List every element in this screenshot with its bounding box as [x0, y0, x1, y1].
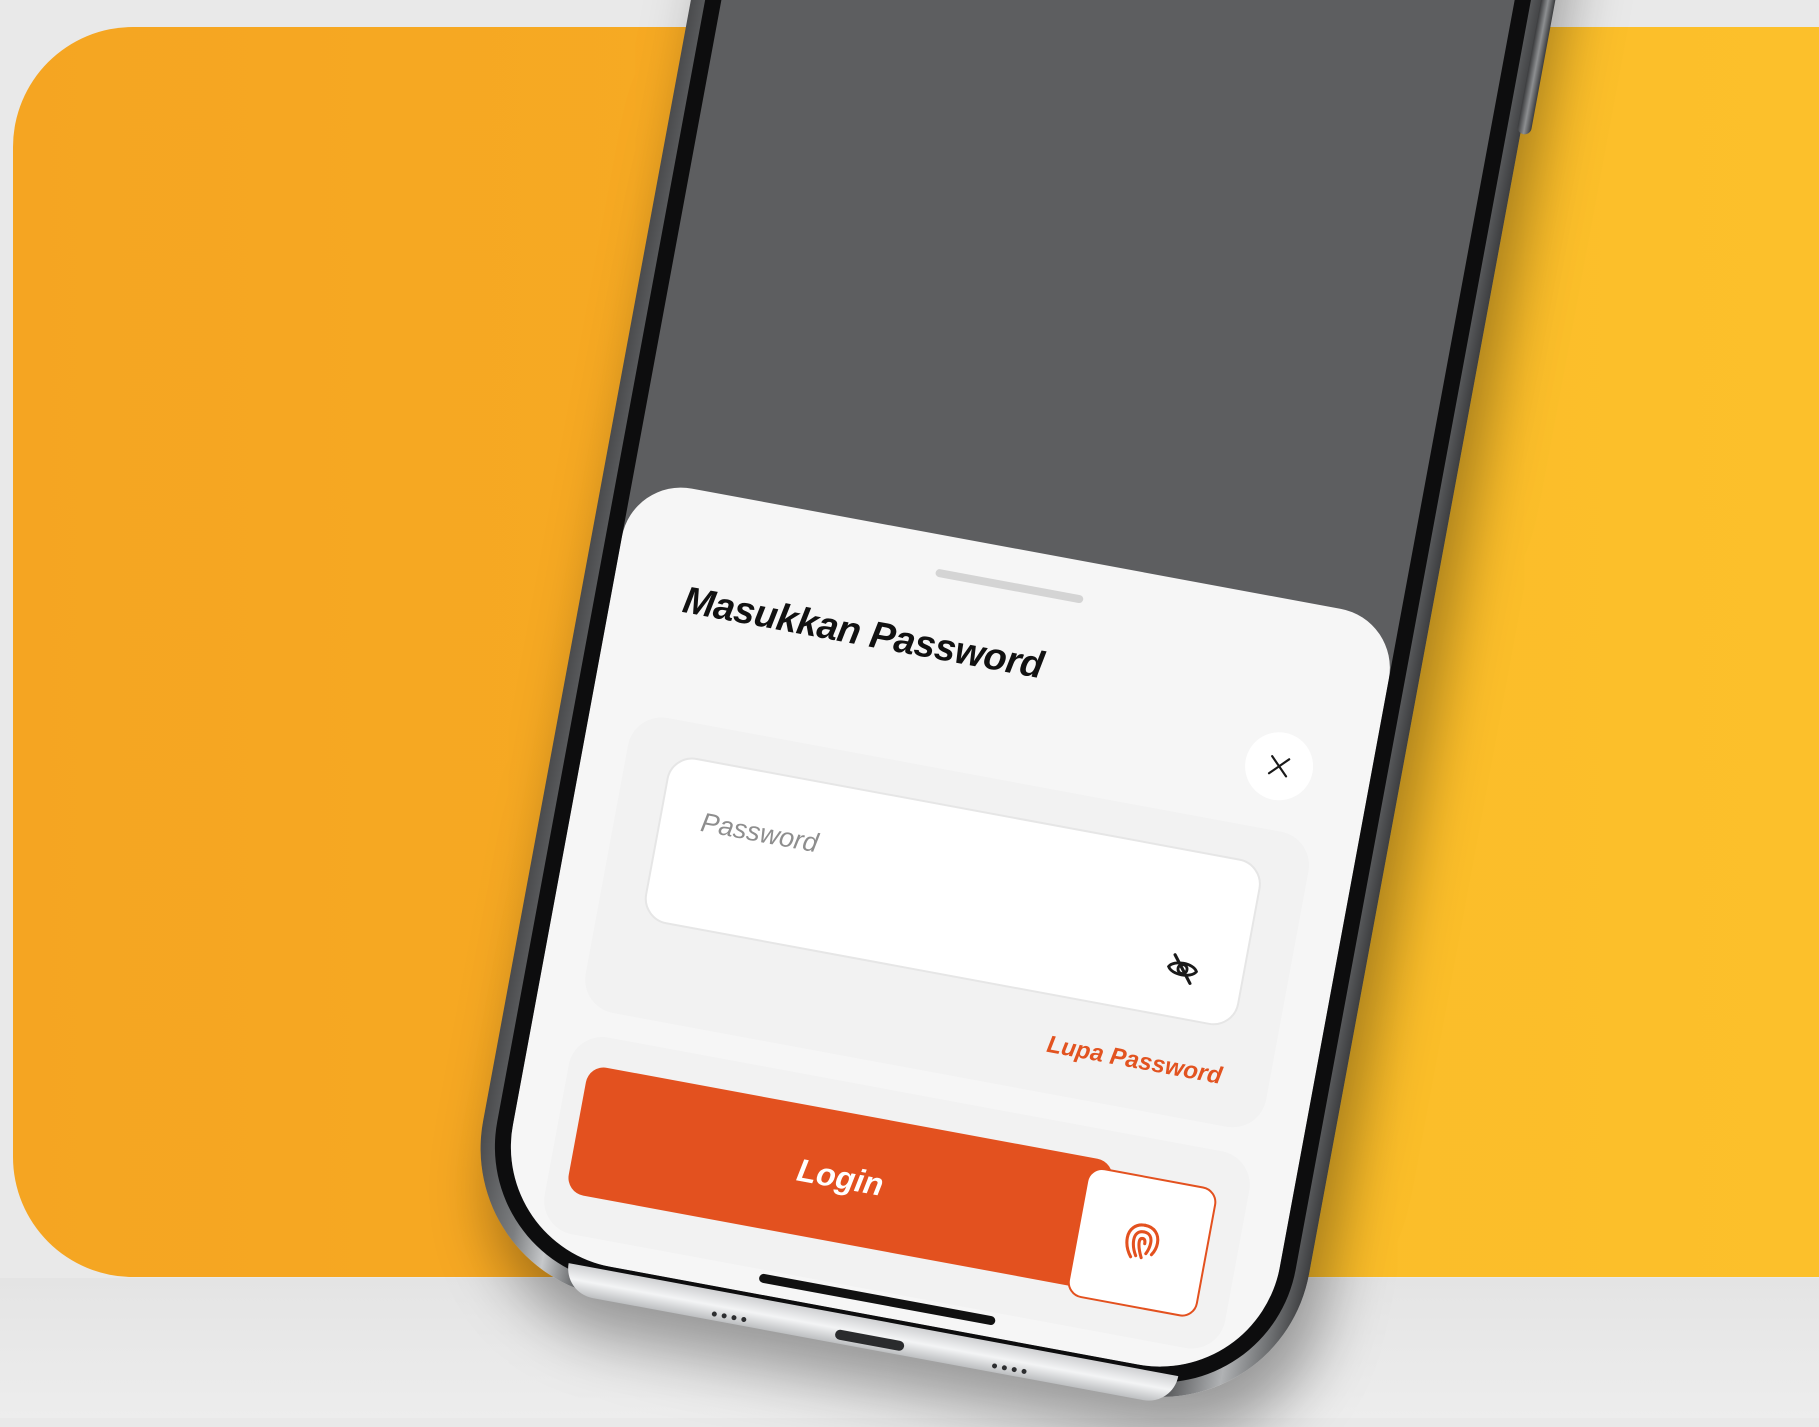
- biometric-login-button[interactable]: [1065, 1165, 1219, 1320]
- login-button[interactable]: Login: [565, 1064, 1116, 1290]
- password-field[interactable]: [640, 753, 1266, 1030]
- fingerprint-icon: [1125, 1223, 1160, 1260]
- eye-off-icon: [1166, 953, 1199, 985]
- toggle-password-visibility-button[interactable]: [1159, 946, 1206, 993]
- password-bottom-sheet: Masukkan Password Lupa Password Login: [490, 477, 1400, 1387]
- close-icon: [1267, 755, 1291, 778]
- password-input[interactable]: [696, 805, 1120, 916]
- sheet-title: Masukkan Password: [679, 579, 1047, 688]
- speaker-grille-right: [991, 1363, 1027, 1375]
- speaker-grille-left: [711, 1311, 747, 1323]
- close-button[interactable]: [1239, 726, 1319, 806]
- sheet-drag-handle[interactable]: [934, 568, 1084, 604]
- forgot-password-link[interactable]: Lupa Password: [1045, 1031, 1224, 1091]
